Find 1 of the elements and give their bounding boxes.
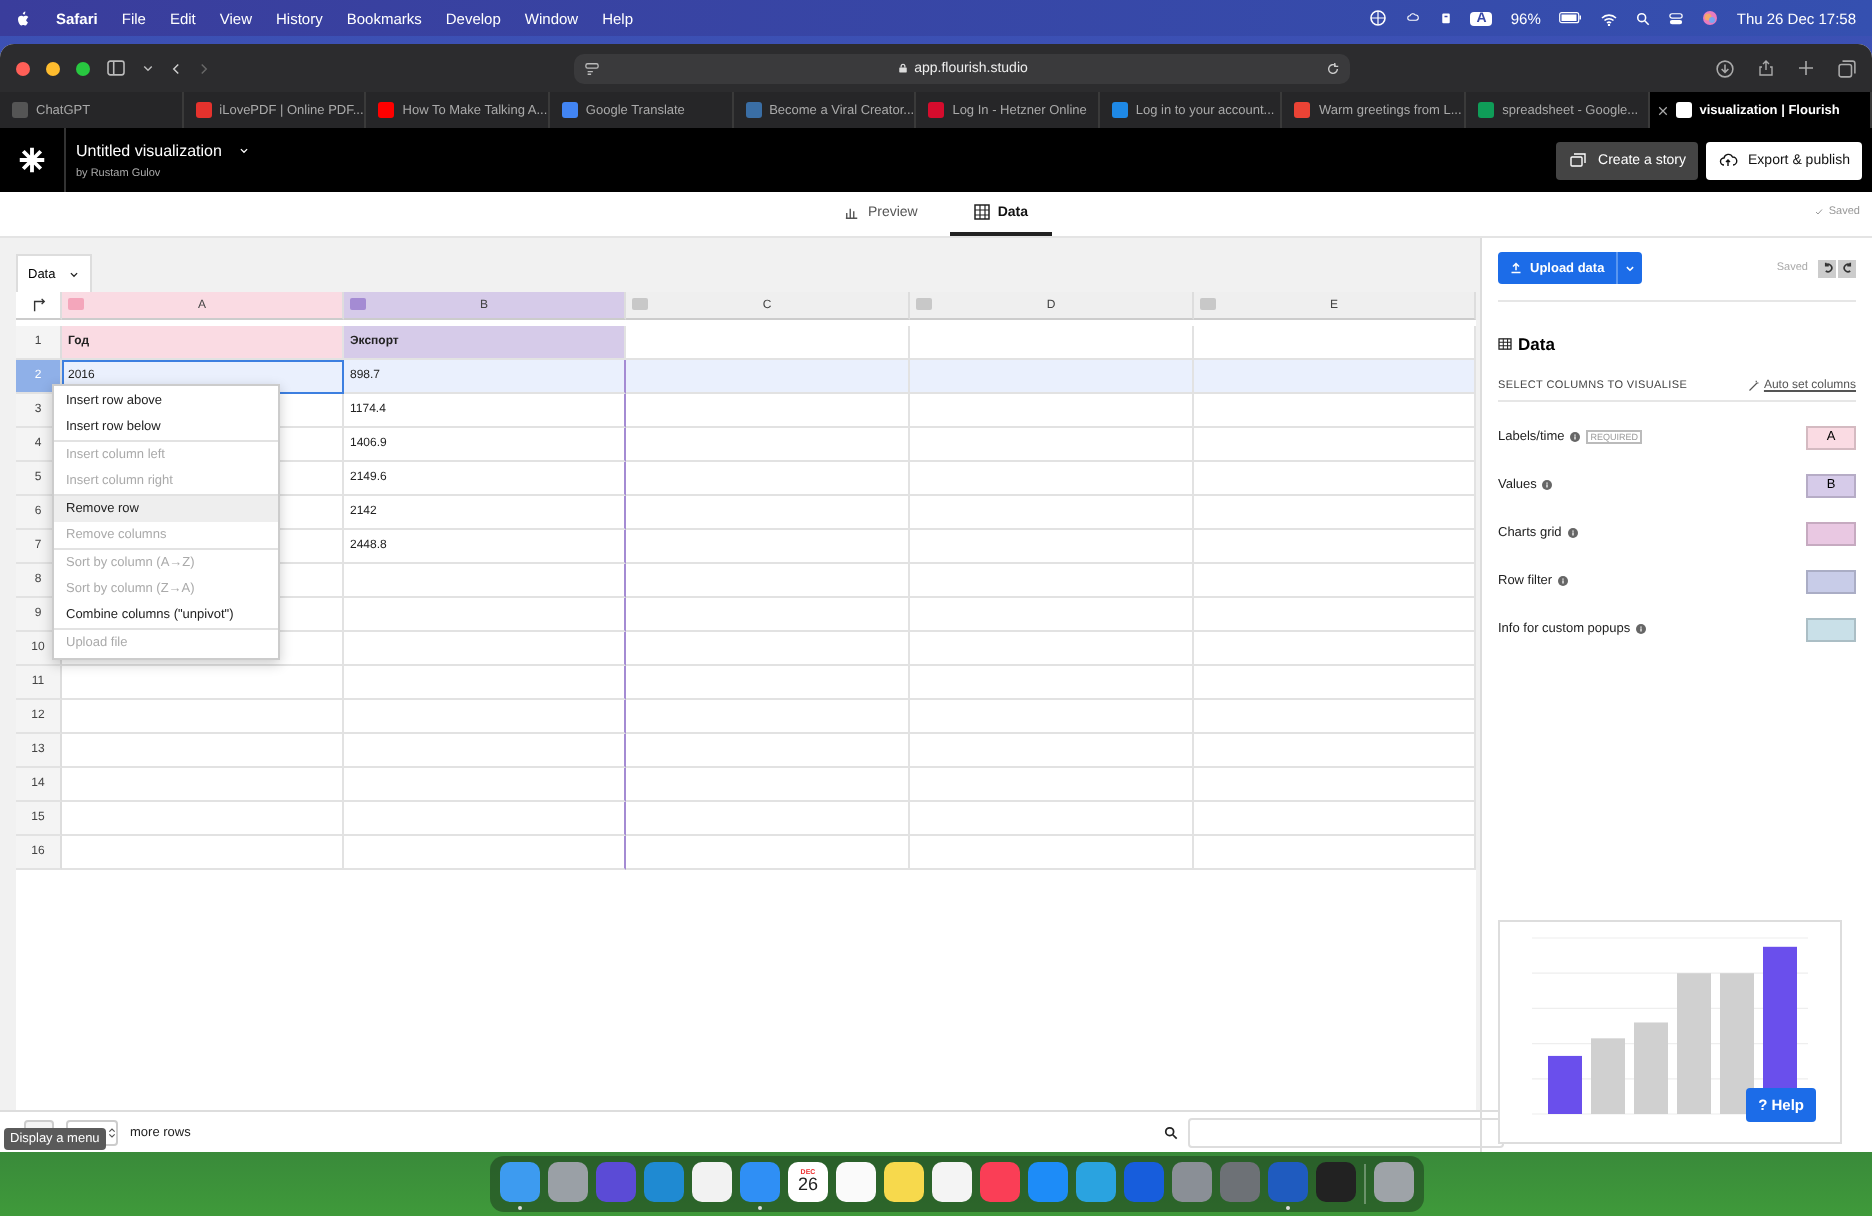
panel-heading: Data [1518,334,1555,354]
